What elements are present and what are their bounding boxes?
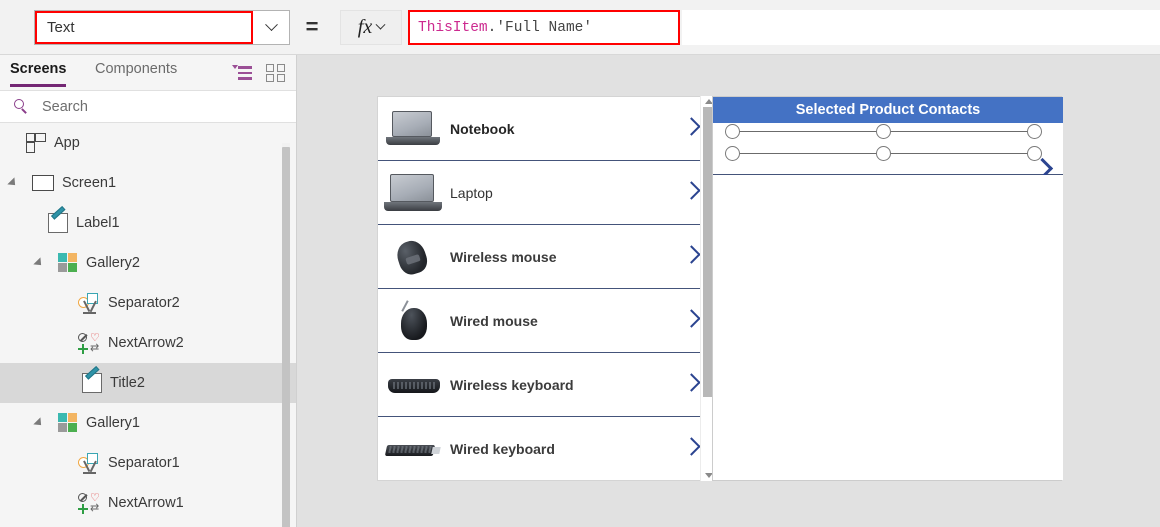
chevron-expand-icon[interactable]	[33, 417, 45, 429]
contacts-gallery-header: Selected Product Contacts	[713, 97, 1063, 123]
laptop-open-thumbnail	[382, 170, 446, 216]
tree-item-separator2[interactable]: Separator2	[0, 283, 296, 323]
tree-scrollbar-thumb[interactable]	[282, 147, 290, 527]
formula-bar-blank-area	[682, 10, 1160, 45]
tree-item-gallery2[interactable]: Gallery2	[0, 243, 296, 283]
tree-item-label: Label1	[76, 215, 120, 231]
property-selector[interactable]: Text	[34, 10, 290, 45]
search-box[interactable]: Search	[0, 91, 296, 123]
fx-dropdown-button[interactable]: fx	[340, 10, 402, 45]
app-icon	[26, 133, 46, 153]
tree-item-label: Separator2	[108, 295, 180, 311]
formula-token-thisitem: ThisItem	[418, 19, 488, 36]
wireless-keyboard-thumbnail	[382, 362, 446, 408]
formula-token-property: .'Full Name'	[487, 19, 593, 36]
gallery-item-title: Wired keyboard	[450, 440, 555, 457]
gallery-icon	[58, 413, 78, 433]
app-canvas: Notebook Laptop Wireless mouse Wired mou…	[298, 55, 1160, 527]
tree-item-nextarrow2[interactable]: ♡ ⇄ NextArrow2	[0, 323, 296, 363]
nextarrow-icon: ♡ ⇄	[78, 333, 100, 354]
tree-item-label: App	[54, 135, 80, 151]
search-input[interactable]: Search	[42, 99, 88, 115]
separator-icon	[78, 293, 100, 314]
tree-item-label: Screen1	[62, 175, 117, 191]
formula-input[interactable]: ThisItem .'Full Name'	[408, 10, 680, 45]
tree-view-icon[interactable]	[232, 63, 254, 83]
fx-icon: fx	[357, 16, 373, 38]
gallery-item-title: Notebook	[450, 120, 515, 137]
contacts-gallery-body	[713, 175, 1063, 480]
wireless-mouse-thumbnail	[382, 234, 446, 280]
resize-handle-bottom-left[interactable]	[725, 146, 740, 161]
property-selector-value[interactable]: Text	[35, 11, 253, 44]
screen-icon	[32, 175, 54, 191]
tree-item-list: App Screen1 Label1 Gallery2 Separator2 ♡…	[0, 123, 296, 527]
gallery-item[interactable]: Notebook	[378, 97, 711, 161]
gallery-item[interactable]: Laptop	[378, 161, 711, 225]
tree-item-screen1[interactable]: Screen1	[0, 163, 296, 203]
gallery-item-title: Wireless mouse	[450, 248, 557, 265]
resize-handle-bottom-center[interactable]	[876, 146, 891, 161]
chevron-down-icon	[264, 18, 278, 32]
resize-handle-top-center[interactable]	[876, 124, 891, 139]
separator-icon	[78, 453, 100, 474]
tree-view-panel: Screens Components Search App Screen1 La…	[0, 55, 297, 527]
gallery-icon	[58, 253, 78, 273]
chevron-expand-icon[interactable]	[7, 177, 19, 189]
gallery-item-title: Laptop	[450, 184, 493, 201]
gallery-item[interactable]: Wired mouse	[378, 289, 711, 353]
product-gallery[interactable]: Notebook Laptop Wireless mouse Wired mou…	[377, 96, 712, 481]
tree-item-separator1[interactable]: Separator1	[0, 443, 296, 483]
label-icon	[48, 205, 68, 233]
wired-keyboard-thumbnail	[382, 426, 446, 472]
resize-handle-top-left[interactable]	[725, 124, 740, 139]
gallery-item-title: Wired mouse	[450, 312, 538, 329]
tab-components[interactable]: Components	[95, 61, 177, 84]
laptop-closed-thumbnail	[382, 106, 446, 152]
tree-item-nextarrow1[interactable]: ♡ ⇄ NextArrow1	[0, 483, 296, 523]
tree-item-label1[interactable]: Label1	[0, 203, 296, 243]
chevron-down-icon	[375, 19, 386, 30]
tab-screens[interactable]: Screens	[10, 61, 67, 87]
grid-view-icon[interactable]	[266, 63, 288, 83]
wired-mouse-thumbnail	[382, 298, 446, 344]
resize-handle-bottom-right[interactable]	[1027, 146, 1042, 161]
tree-item-label: NextArrow2	[108, 335, 184, 351]
search-icon	[0, 99, 42, 114]
gallery-item[interactable]: Wireless keyboard	[378, 353, 711, 417]
chevron-expand-icon[interactable]	[33, 257, 45, 269]
contacts-gallery[interactable]: Selected Product Contacts	[712, 96, 1063, 481]
tree-item-label: Gallery2	[86, 255, 140, 271]
formula-bar: Text = fx ThisItem .'Full Name'	[0, 0, 1160, 55]
gallery-item[interactable]: Wireless mouse	[378, 225, 711, 289]
tree-item-label: Title2	[110, 375, 145, 391]
nextarrow-icon: ♡ ⇄	[78, 493, 100, 514]
tree-item-label: Gallery1	[86, 415, 140, 431]
power-apps-studio: Text = fx ThisItem .'Full Name' Screens C…	[0, 0, 1160, 527]
resize-handle-top-right[interactable]	[1027, 124, 1042, 139]
gallery-item[interactable]: Wired keyboard	[378, 417, 711, 480]
tree-item-gallery1[interactable]: Gallery1	[0, 403, 296, 443]
tree-item-title2[interactable]: Title2	[0, 363, 296, 403]
selection-handles-overlay	[725, 124, 1043, 165]
tree-item-label: Separator1	[108, 455, 180, 471]
label-icon	[82, 365, 102, 393]
property-dropdown-button[interactable]	[253, 11, 289, 44]
tree-item-label: NextArrow1	[108, 495, 184, 511]
scrollbar-thumb[interactable]	[703, 107, 712, 397]
tree-tab-bar: Screens Components	[0, 55, 296, 91]
tree-item-app[interactable]: App	[0, 123, 296, 163]
gallery-item-title: Wireless keyboard	[450, 376, 574, 393]
equals-sign: =	[305, 14, 319, 39]
